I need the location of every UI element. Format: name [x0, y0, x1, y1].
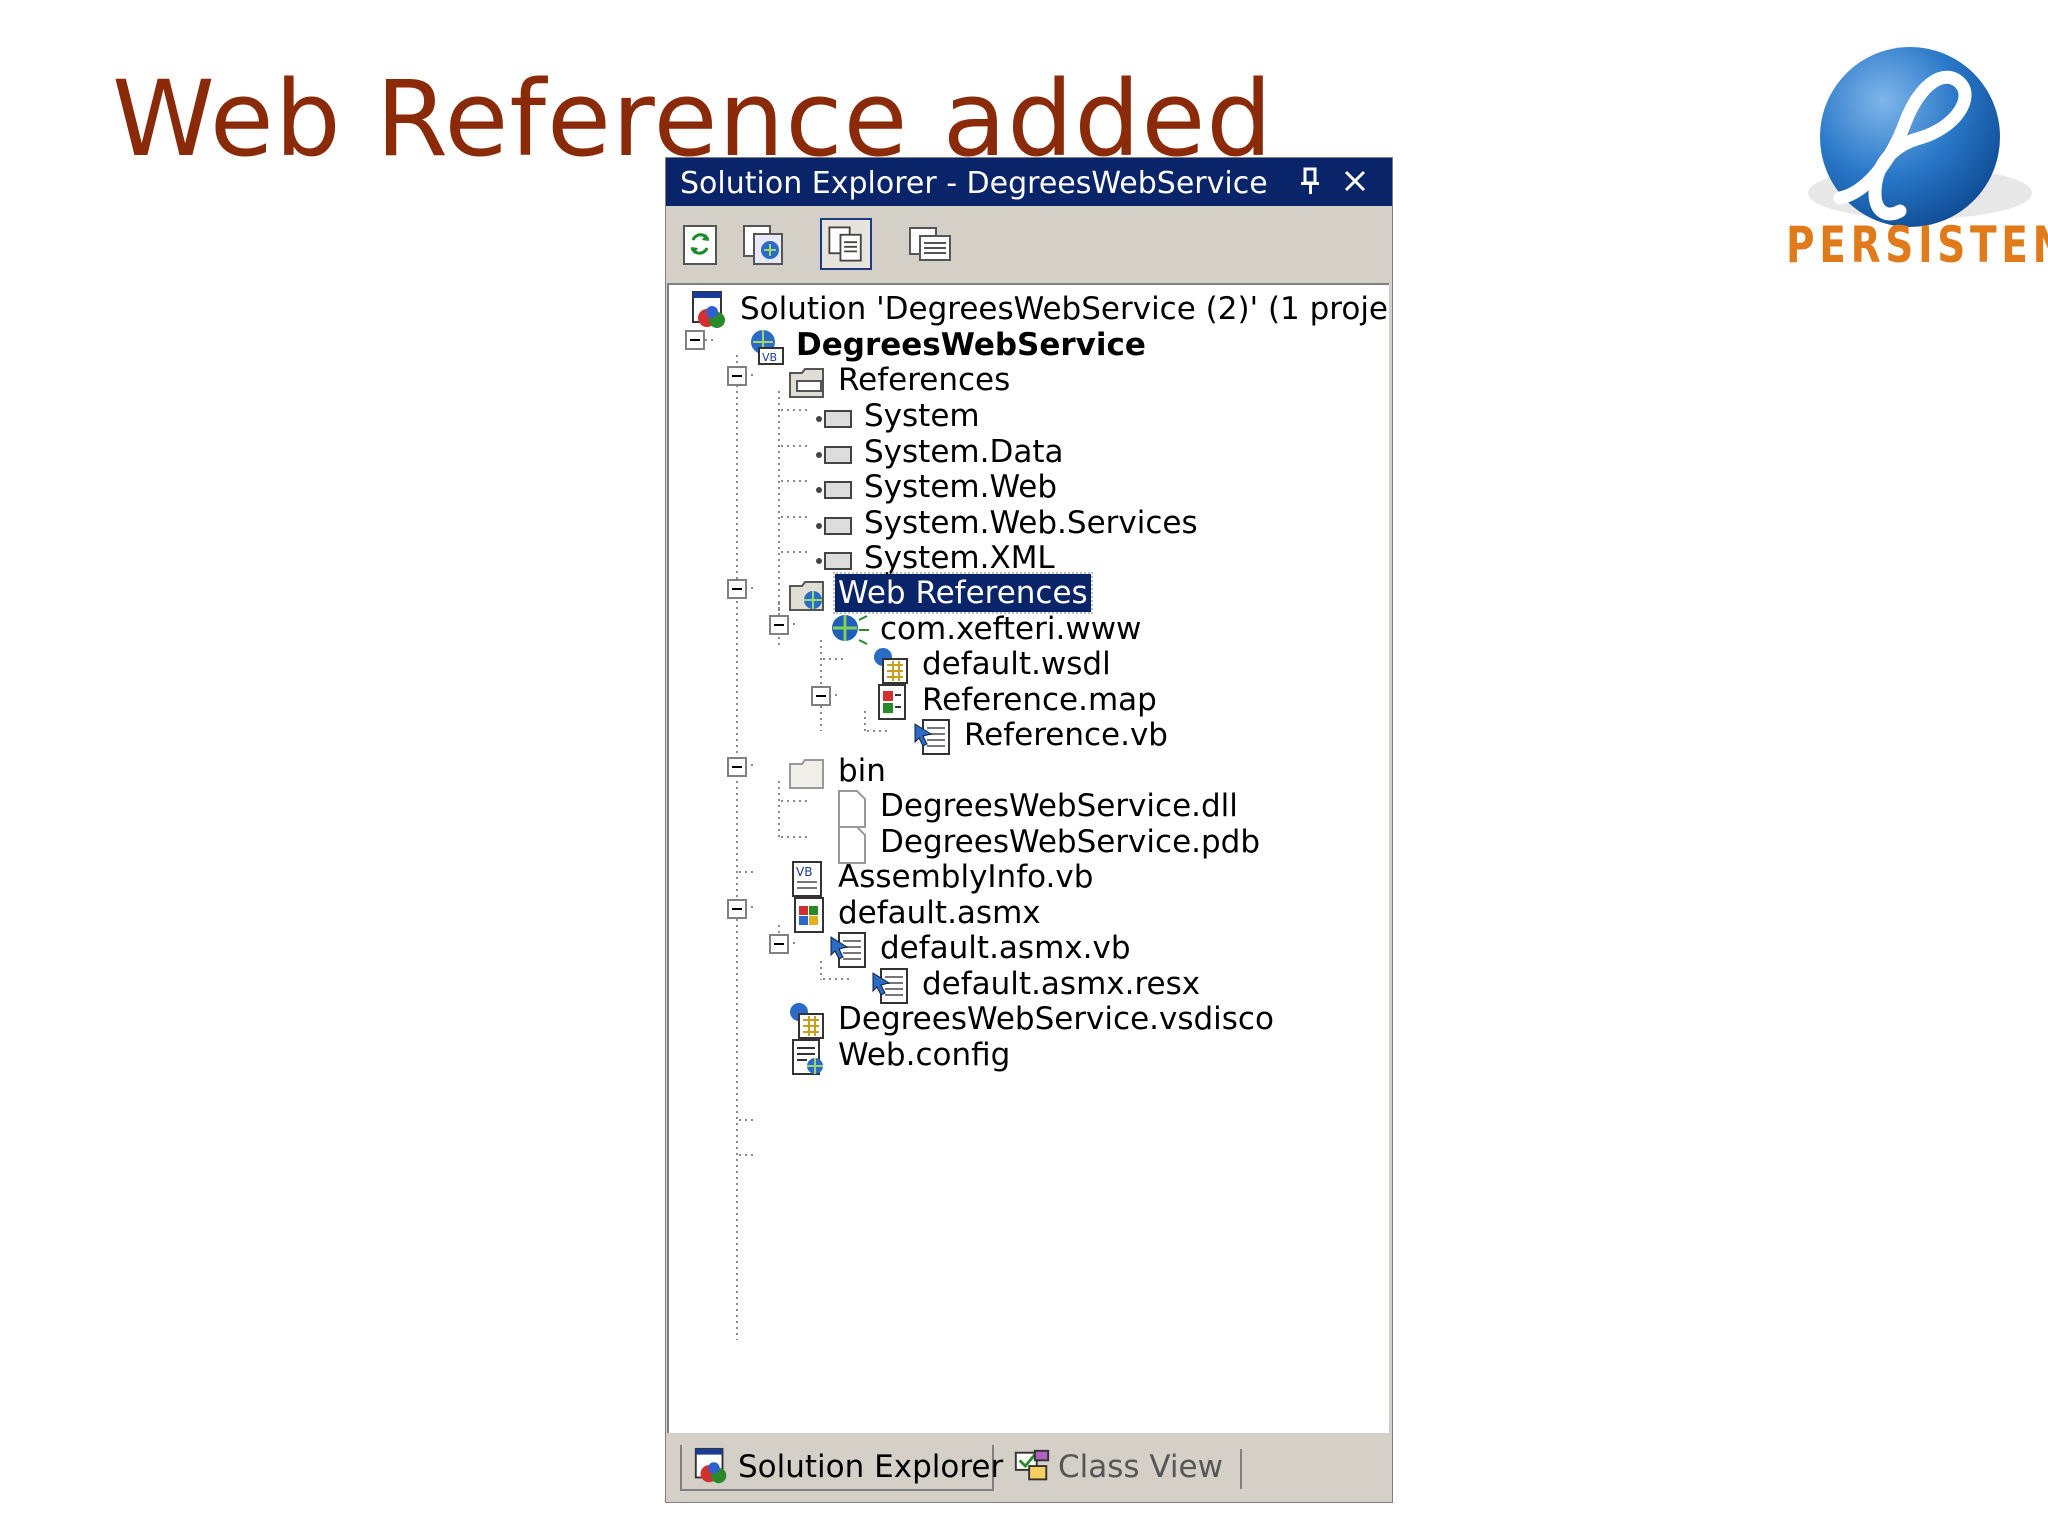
copy-web-project-icon[interactable] [738, 218, 790, 270]
collapse-references-toggle[interactable] [727, 366, 747, 386]
tree-node-label: bin [838, 753, 886, 789]
class-view-icon [1014, 1449, 1050, 1481]
tree-node-label: Solution 'DegreesWebService (2)' (1 proj… [740, 291, 1389, 327]
tree-node-label: Web References [833, 572, 1093, 614]
folder-icon [789, 759, 824, 789]
tree-node-label: default.asmx [838, 895, 1041, 931]
tree-node-label: Web.config [838, 1037, 1011, 1073]
solution-explorer-icon [694, 1447, 727, 1484]
vb-code-file-icon [830, 932, 866, 968]
tree-node-label: AssemblyInfo.vb [838, 859, 1094, 895]
tree-node-label: System.Data [864, 434, 1064, 470]
tree-node-label: DegreesWebService.vsdisco [838, 1001, 1274, 1037]
collapse-web-reference-toggle[interactable] [769, 615, 789, 635]
svg-text:VB: VB [762, 351, 777, 364]
solution-tree: Solution 'DegreesWebService (2)' (1 proj… [667, 283, 1389, 1433]
collapse-bin-toggle[interactable] [727, 757, 747, 777]
collapse-reference-map-toggle[interactable] [811, 686, 831, 706]
vb-web-project-icon: VB [751, 330, 784, 365]
tree-node-label: com.xefteri.www [880, 611, 1142, 647]
tree-node-label: Reference.vb [964, 717, 1168, 753]
tree-node-label: Reference.map [922, 682, 1157, 718]
tab-solution-explorer[interactable]: Solution Explorer [680, 1445, 1003, 1491]
web-references-folder-icon [789, 581, 824, 611]
tree-node-label: DegreesWebService.dll [880, 788, 1238, 824]
vb-code-file-icon [914, 719, 950, 755]
show-all-files-icon[interactable] [820, 218, 872, 270]
logo-wordmark: PERSISTENT [1786, 216, 2048, 274]
solution-explorer-toolbar [666, 206, 1392, 280]
tree-node-label: System.Web [864, 469, 1058, 505]
collapse-project-toggle[interactable] [685, 330, 705, 350]
tree-node-label: DegreesWebService [796, 327, 1146, 363]
window-title: Solution Explorer - DegreesWebService [680, 166, 1268, 201]
tree-node-label: System.Web.Services [864, 505, 1198, 541]
asmx-file-icon [794, 897, 824, 933]
collapse-asmx-vb-toggle[interactable] [769, 934, 789, 954]
close-icon[interactable] [1338, 164, 1372, 198]
tab-separator [1240, 1449, 1242, 1489]
tab-label: Solution Explorer [738, 1449, 1004, 1485]
refresh-icon[interactable] [676, 218, 728, 270]
panel-tab-strip: Solution Explorer Class View [666, 1435, 1392, 1502]
collapse-asmx-toggle[interactable] [727, 899, 747, 919]
tree-node-label: default.asmx.vb [880, 930, 1131, 966]
config-file-icon [792, 1039, 823, 1075]
solution-explorer-window: Solution Explorer - DegreesWebService So… [665, 157, 1393, 1503]
window-titlebar[interactable]: Solution Explorer - DegreesWebService [666, 158, 1392, 206]
map-file-icon [878, 684, 906, 720]
web-reference-globe-icon [832, 615, 869, 645]
tab-class-view[interactable]: Class View [1002, 1445, 1232, 1491]
tree-node-label: References [838, 362, 1011, 398]
svg-text:VB: VB [796, 865, 812, 879]
collapse-web-references-toggle[interactable] [727, 579, 747, 599]
properties-icon[interactable] [904, 218, 956, 270]
tree-node-label: default.wsdl [922, 646, 1111, 682]
tree-node-label: System [864, 398, 980, 434]
tree-node-label: DegreesWebService.pdb [880, 824, 1261, 860]
tree-node-label: default.asmx.resx [922, 966, 1201, 1002]
tree-node-label: System.XML [864, 540, 1055, 576]
tab-label: Class View [1058, 1449, 1223, 1485]
solution-icon [692, 291, 725, 328]
pushpin-icon[interactable] [1294, 164, 1328, 198]
